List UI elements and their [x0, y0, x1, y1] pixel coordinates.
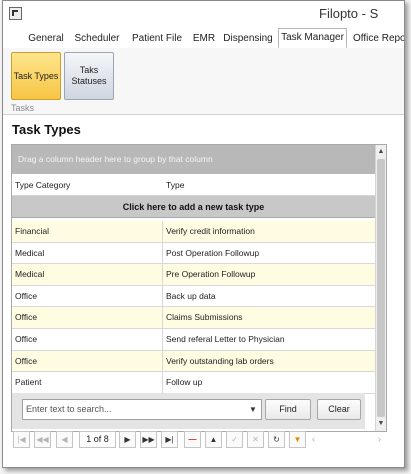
table-row[interactable]: Medical Pre Operation Followup — [12, 264, 375, 286]
task-types-button[interactable]: Task Types — [11, 52, 61, 100]
window-title: Filopto - S — [319, 6, 379, 21]
navigator-bar: |◀ ◀◀ ◀ 1 of 8 ▶ ▶▶ ▶| — ▲ ✓ ✕ ↻ ▼ ‹ › — [12, 430, 387, 450]
checkmark-icon[interactable]: ✓ — [226, 431, 243, 448]
table-row[interactable]: Office Claims Submissions — [12, 307, 375, 329]
tab-scheduler[interactable]: Scheduler — [71, 30, 123, 48]
filter-icon[interactable]: ▼ — [289, 431, 306, 448]
table-row[interactable]: Patient Follow up — [12, 372, 375, 394]
tab-patient-file[interactable]: Patient File — [127, 30, 187, 48]
task-statuses-button[interactable]: Taks Statuses — [64, 52, 114, 100]
grid-header-row: Type Category Type — [12, 174, 375, 196]
app-window: Filopto - S General Scheduler Patient Fi… — [2, 0, 405, 468]
table-row[interactable]: Office Back up data — [12, 285, 375, 308]
table-row[interactable]: Medical Post Operation Followup — [12, 242, 375, 265]
table-row[interactable]: Financial Verify credit information — [12, 221, 375, 243]
type-category-cell[interactable]: Office — [12, 350, 163, 372]
title-bar: Filopto - S — [3, 1, 404, 27]
search-panel: Enter text to search... ▼ Find Clear — [12, 393, 365, 429]
scroll-up-icon[interactable]: ▲ — [376, 146, 386, 158]
type-category-cell[interactable]: Patient — [12, 372, 163, 393]
scroll-down-icon[interactable]: ▼ — [376, 418, 386, 430]
type-category-cell[interactable]: Financial — [12, 221, 163, 242]
tab-emr[interactable]: EMR — [191, 30, 217, 48]
grid-rows: Financial Verify credit information Medi… — [12, 221, 375, 394]
chevron-down-icon[interactable]: ▼ — [247, 400, 259, 419]
column-header-type-category[interactable]: Type Category — [12, 174, 163, 196]
type-cell[interactable]: Pre Operation Followup — [163, 264, 375, 285]
tab-general[interactable]: General — [25, 30, 67, 48]
next-page-icon[interactable]: ▶▶ — [140, 431, 157, 448]
type-cell[interactable]: Verify outstanding lab orders — [163, 351, 375, 372]
type-cell[interactable]: Back up data — [163, 286, 375, 307]
type-cell[interactable]: Verify credit information — [163, 221, 375, 242]
table-row[interactable]: Office Verify outstanding lab orders — [12, 350, 375, 373]
add-new-task-type-row[interactable]: Click here to add a new task type — [12, 196, 375, 218]
ribbon: Task Types Taks Statuses Tasks — [3, 48, 404, 115]
table-row[interactable]: Office Send referal Letter to Physician — [12, 328, 375, 351]
search-input[interactable]: Enter text to search... — [22, 399, 262, 420]
scroll-left-icon[interactable]: ‹ — [312, 432, 315, 446]
cancel-edit-icon[interactable]: ✕ — [247, 431, 264, 448]
next-record-icon[interactable]: ▶ — [119, 431, 136, 448]
tab-dispensing[interactable]: Dispensing — [221, 30, 275, 48]
page-indicator: 1 of 8 — [79, 431, 116, 448]
previous-record-icon[interactable]: ◀ — [56, 431, 73, 448]
ribbon-group-label: Tasks — [11, 103, 35, 113]
type-cell[interactable]: Send referal Letter to Physician — [163, 329, 375, 350]
find-button[interactable]: Find — [265, 399, 311, 420]
type-category-cell[interactable]: Office — [12, 307, 163, 328]
tab-office-reports[interactable]: Office Repo — [353, 30, 404, 48]
column-header-type[interactable]: Type — [163, 174, 375, 196]
type-cell[interactable]: Claims Submissions — [163, 307, 375, 328]
type-category-cell[interactable]: Medical — [12, 264, 163, 285]
type-cell[interactable]: Follow up — [163, 372, 375, 393]
type-category-cell[interactable]: Medical — [12, 242, 163, 264]
last-page-icon[interactable]: ▶| — [161, 431, 178, 448]
refresh-icon[interactable]: ↻ — [268, 431, 285, 448]
tab-task-manager[interactable]: Task Manager — [278, 28, 347, 48]
previous-page-icon[interactable]: ◀◀ — [34, 431, 51, 448]
grid-vertical-scrollbar[interactable]: ▲ ▼ — [375, 145, 386, 431]
clear-button[interactable]: Clear — [317, 399, 361, 420]
app-logo-icon — [9, 7, 22, 20]
first-page-icon[interactable]: |◀ — [13, 431, 30, 448]
grid-horizontal-scrollbar[interactable]: ‹ › — [310, 432, 387, 446]
main-tab-strip: General Scheduler Patient File EMR Dispe… — [3, 27, 404, 49]
task-types-grid: Drag a column header here to group by th… — [11, 144, 387, 432]
type-category-cell[interactable]: Office — [12, 285, 163, 307]
scroll-thumb[interactable] — [377, 159, 385, 417]
type-cell[interactable]: Post Operation Followup — [163, 243, 375, 264]
delete-record-icon[interactable]: — — [184, 431, 201, 448]
group-by-panel[interactable]: Drag a column header here to group by th… — [12, 145, 375, 174]
page-title: Task Types — [12, 122, 81, 137]
scroll-right-icon[interactable]: › — [378, 432, 381, 446]
move-up-icon[interactable]: ▲ — [205, 431, 222, 448]
type-category-cell[interactable]: Office — [12, 328, 163, 350]
